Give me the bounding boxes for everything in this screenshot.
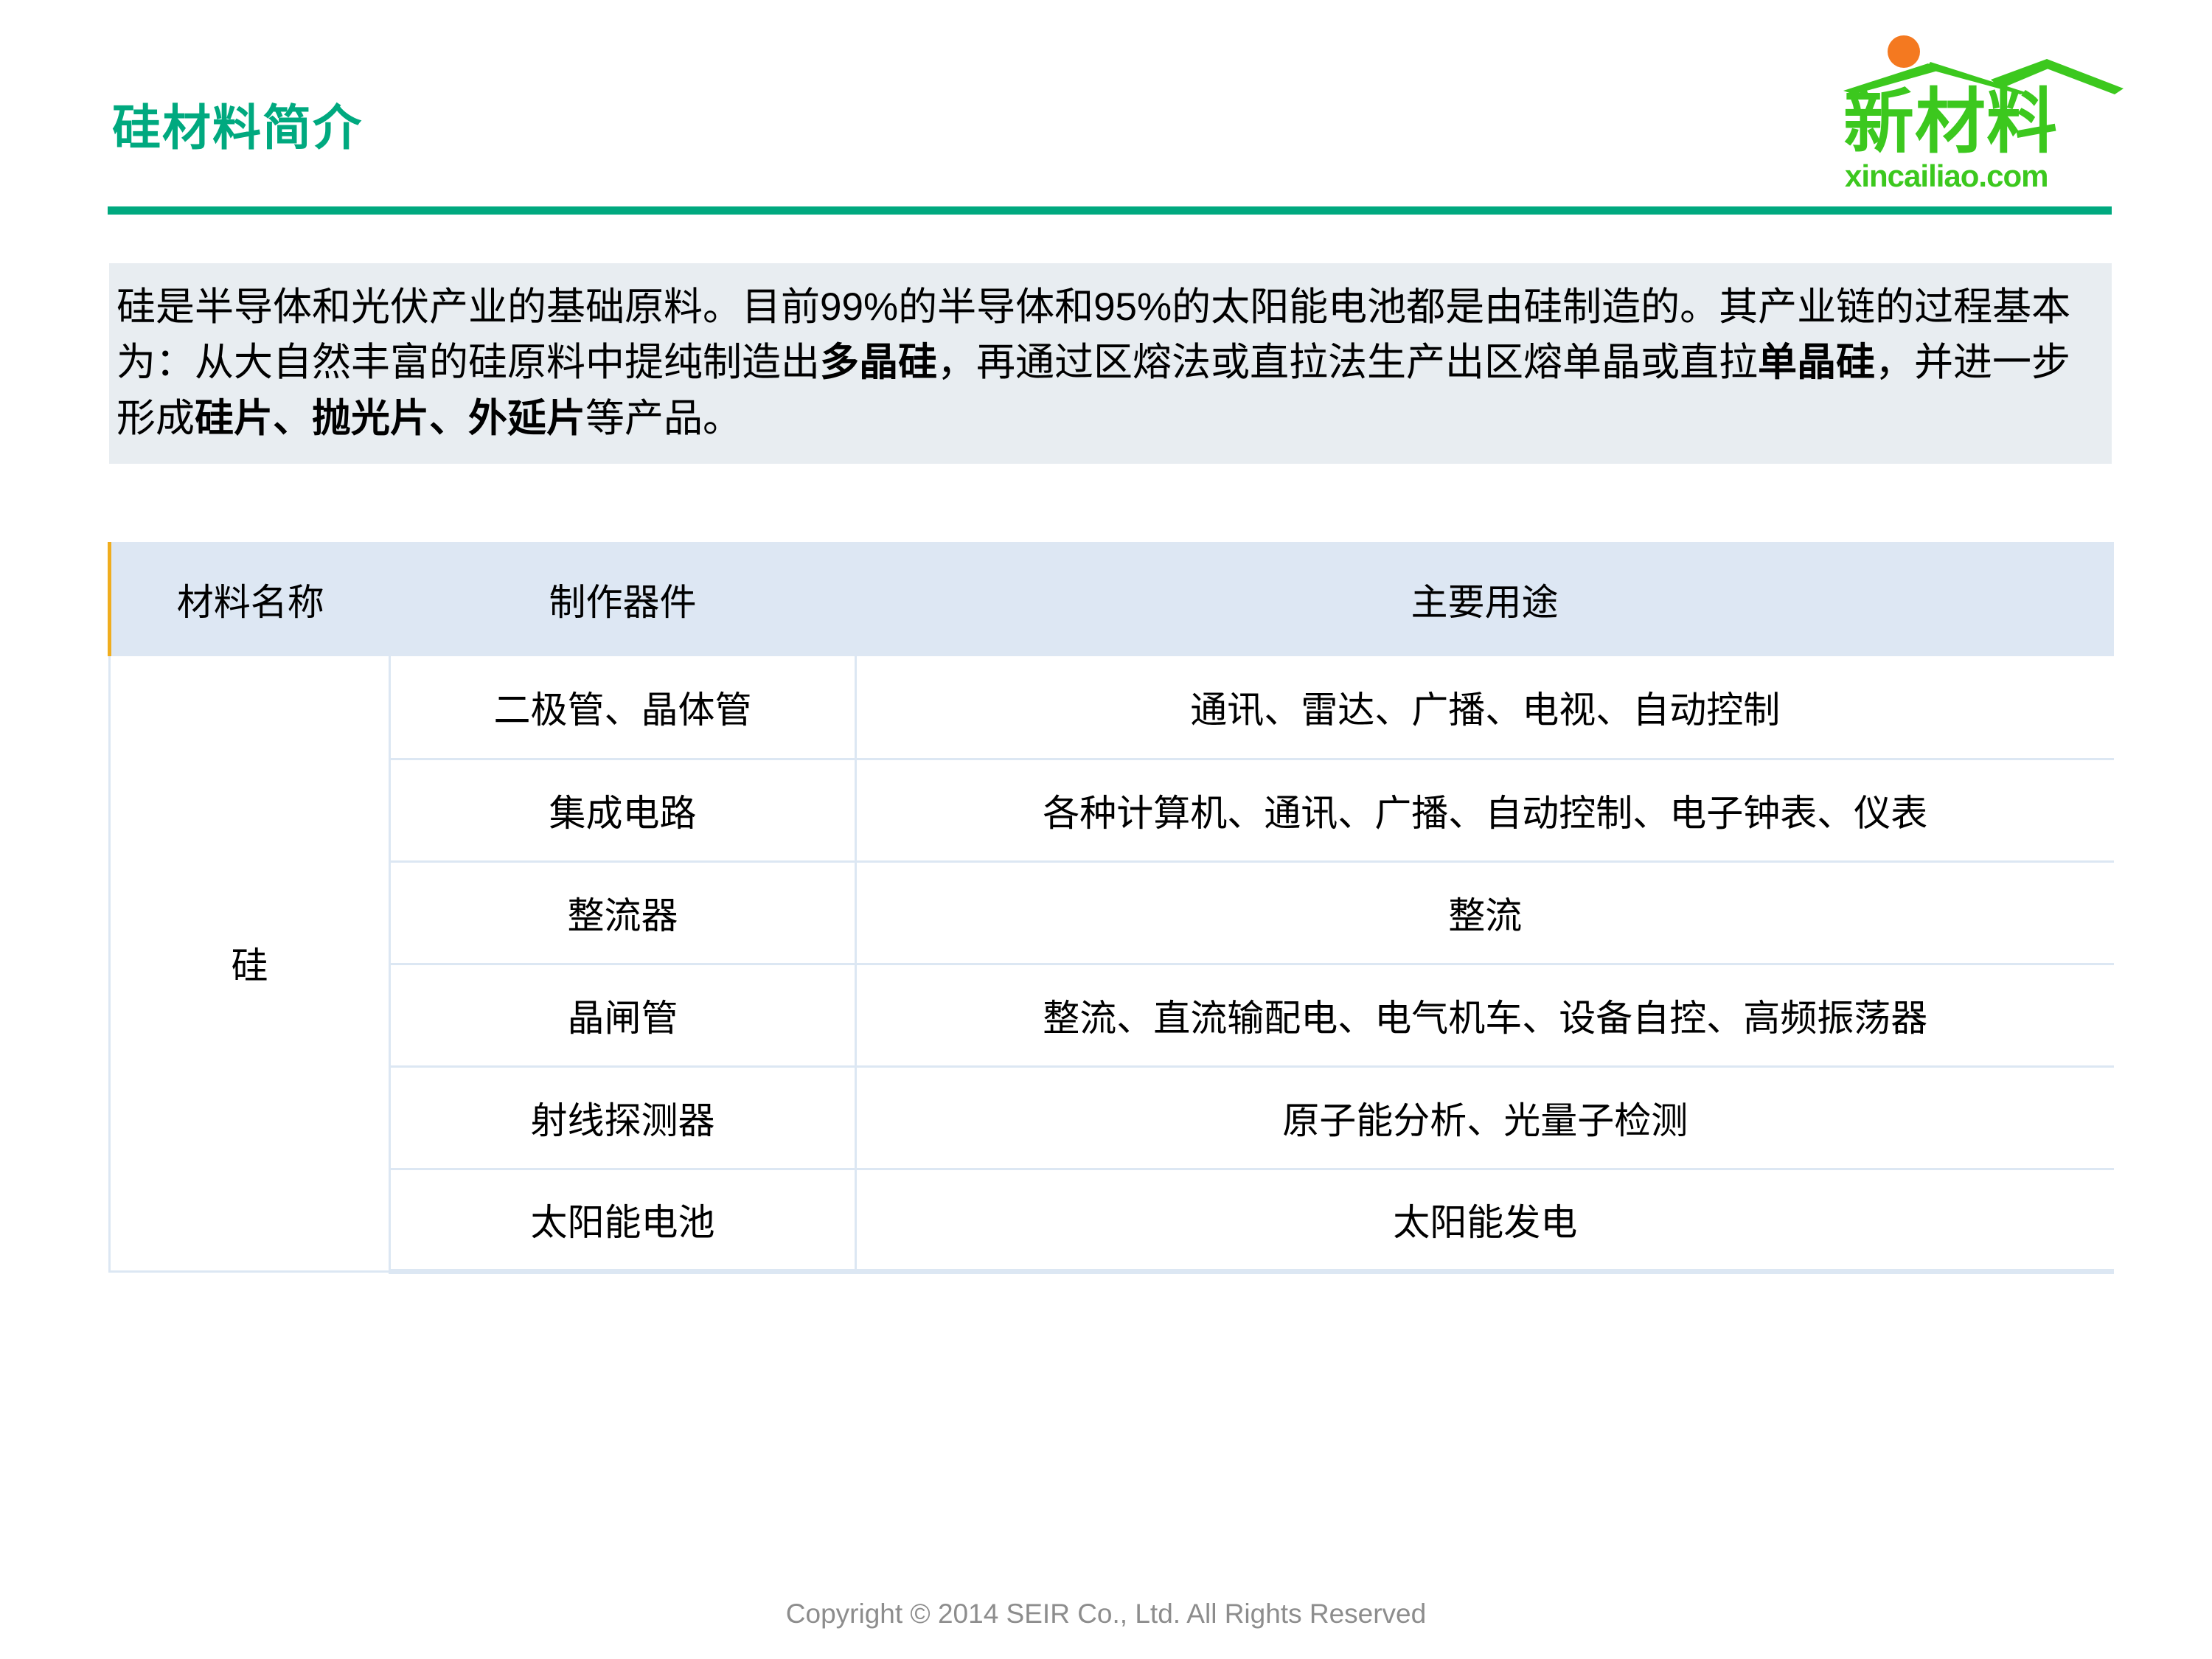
table-header-row: 材料名称 制作器件 主要用途 xyxy=(108,542,2114,656)
table-head: 材料名称 制作器件 主要用途 xyxy=(108,542,2114,656)
table-row: 硅二极管、晶体管 通讯、雷达、广播、电视、自动控制 xyxy=(108,656,2114,1273)
cell-use: 整流、直流输配电、电气机车、设备自控、高频振荡器 xyxy=(855,964,2114,1068)
table-body: 硅二极管、晶体管 通讯、雷达、广播、电视、自动控制 集成电路 各种计算机、通讯、广播、… xyxy=(108,656,2114,1274)
cell-device: 射线探测器 xyxy=(389,1066,857,1170)
brand-logo: 新材料 xincailiao.com xyxy=(1843,28,2124,192)
table-row: 整流器 整流 xyxy=(110,861,2114,965)
cell-material-name: 硅 xyxy=(108,656,391,1273)
intro-emphasis-1: 多晶硅 xyxy=(820,341,937,385)
intro-run-2: ，再通过区熔法或直拉法生产出区熔单晶或直拉 xyxy=(937,341,1758,385)
page-title: 硅材料简介 xyxy=(112,100,363,155)
title-underline-rule xyxy=(108,206,2112,215)
logo-domain-text: xincailiao.com xyxy=(1845,159,2048,193)
table-row: 晶闸管 整流、直流输配电、电气机车、设备自控、高频振荡器 xyxy=(110,964,2114,1068)
logo-wordmark: 新材料 xyxy=(1843,83,2058,161)
table-row: 太阳能电池 太阳能发电 xyxy=(110,1169,2114,1274)
silicon-applications-table: 材料名称 制作器件 主要用途 硅二极管、晶体管 通讯、雷达、广播、电视、自动控制集… xyxy=(108,542,2114,1274)
table-row: 射线探测器 原子能分析、光量子检测 xyxy=(110,1066,2114,1170)
intro-paragraph-box: 硅是半导体和光伏产业的基础原料。目前99%的半导体和95%的太阳能电池都是由硅制… xyxy=(109,263,2112,464)
column-header-use: 主要用途 xyxy=(855,542,2114,656)
cell-use: 各种计算机、通讯、广播、自动控制、电子钟表、仪表 xyxy=(855,759,2114,863)
column-header-material-name: 材料名称 xyxy=(108,542,390,656)
cell-use: 太阳能发电 xyxy=(855,1169,2114,1274)
intro-emphasis-5: 硅片、抛光片、外延片 xyxy=(195,396,585,440)
footer-copyright: Copyright © 2014 SEIR Co., Ltd. All Righ… xyxy=(785,1599,1427,1629)
intro-emphasis-3: 单晶硅 xyxy=(1758,341,1875,385)
cell-device: 整流器 xyxy=(389,861,857,965)
cell-device: 太阳能电池 xyxy=(389,1169,857,1274)
cell-use: 整流 xyxy=(855,861,2114,965)
cell-device: 集成电路 xyxy=(389,759,857,863)
cell-device: 二极管、晶体管 xyxy=(389,656,857,760)
cell-device: 晶闸管 xyxy=(389,964,857,1068)
slide-header: 硅材料简介 新材料 xincailiao.com xyxy=(0,0,2212,221)
intro-run-6: 等产品。 xyxy=(585,396,742,440)
cell-use: 通讯、雷达、广播、电视、自动控制 xyxy=(855,656,2114,760)
cell-use: 原子能分析、光量子检测 xyxy=(855,1066,2114,1170)
table-row: 集成电路 各种计算机、通讯、广播、自动控制、电子钟表、仪表 xyxy=(110,759,2114,863)
column-header-device: 制作器件 xyxy=(389,542,856,656)
intro-paragraph-text: 硅是半导体和光伏产业的基础原料。目前99%的半导体和95%的太阳能电池都是由硅制… xyxy=(116,279,2104,446)
